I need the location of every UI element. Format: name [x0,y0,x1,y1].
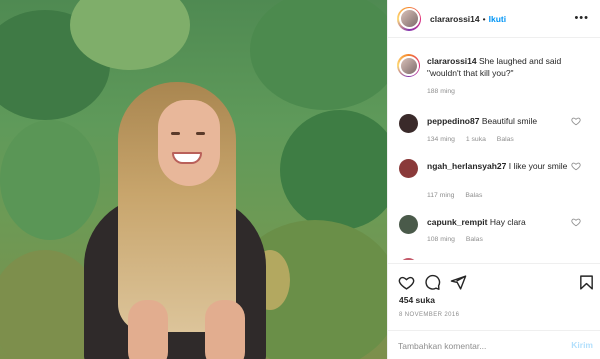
person-face [158,100,220,186]
comment-username[interactable]: ngah_herlansyah27 [427,161,506,171]
comment-username[interactable]: peppedino87 [427,116,479,126]
comment-reply-button[interactable]: Balas [497,136,514,143]
follow-button[interactable]: Ikuti [489,14,506,24]
action-bar [388,263,600,297]
comment-text: Hay clara [489,217,526,227]
separator-dot: • [482,13,486,24]
leaf-shape [0,120,100,240]
person-eye [171,132,180,135]
heart-icon[interactable] [398,274,415,291]
post-username[interactable]: clararossi14 [430,14,480,24]
caption-username[interactable]: clararossi14 [427,56,477,66]
comment-bubble-icon[interactable] [424,274,441,291]
comment-meta: 117 ming Balas [427,192,491,199]
post-comment-button[interactable]: Kirim [571,340,593,350]
heart-icon[interactable] [571,217,581,227]
comment-time[interactable]: 108 ming [427,236,455,243]
comment-reply-button[interactable]: Balas [465,192,482,199]
comment-username[interactable]: capunk_rempit [427,217,487,227]
comment-text: Beautiful smile [481,116,538,126]
comment-text: I like your smile [508,161,568,171]
comment-meta: 108 ming Balas [427,236,492,243]
likes-count[interactable]: 454 suka [399,295,435,305]
more-options-icon[interactable]: ••• [574,12,589,24]
post-sidebar: clararossi14 • Ikuti ••• clararossi14 Sh… [387,0,600,359]
post-header: clararossi14 • Ikuti ••• [388,0,600,38]
person-arm [205,300,245,359]
avatar-story-ring[interactable] [397,54,420,77]
bookmark-icon[interactable] [578,274,595,291]
leaf-shape [250,0,387,110]
avatar-story-ring[interactable] [397,6,421,31]
comment-time[interactable]: 134 ming [427,136,455,143]
avatar[interactable] [398,55,419,76]
avatar[interactable] [399,114,418,133]
avatar[interactable] [398,8,420,29]
person-arm [128,300,168,359]
comment-meta: 134 ming 1 suka Balas [427,136,523,143]
heart-icon[interactable] [571,161,581,171]
comment-box: Kirim [388,330,600,359]
avatar[interactable] [399,159,418,178]
post-photo[interactable] [0,0,387,359]
heart-icon[interactable] [571,116,581,126]
comment-reply-button[interactable]: Balas [466,236,483,243]
leaf-shape [280,110,387,230]
share-paper-plane-icon[interactable] [450,274,467,291]
comment-likes[interactable]: 1 suka [466,136,486,143]
caption-meta: 188 ming [427,88,464,95]
caption-time[interactable]: 188 ming [427,88,455,95]
post-date[interactable]: 8 NOVEMBER 2016 [399,312,459,318]
comments-list[interactable]: clararossi14 She laughed and said "would… [388,38,600,260]
comment-input[interactable] [398,339,548,353]
avatar[interactable] [399,258,418,260]
person-eye [196,132,205,135]
avatar[interactable] [399,215,418,234]
comment-time[interactable]: 117 ming [427,192,454,199]
